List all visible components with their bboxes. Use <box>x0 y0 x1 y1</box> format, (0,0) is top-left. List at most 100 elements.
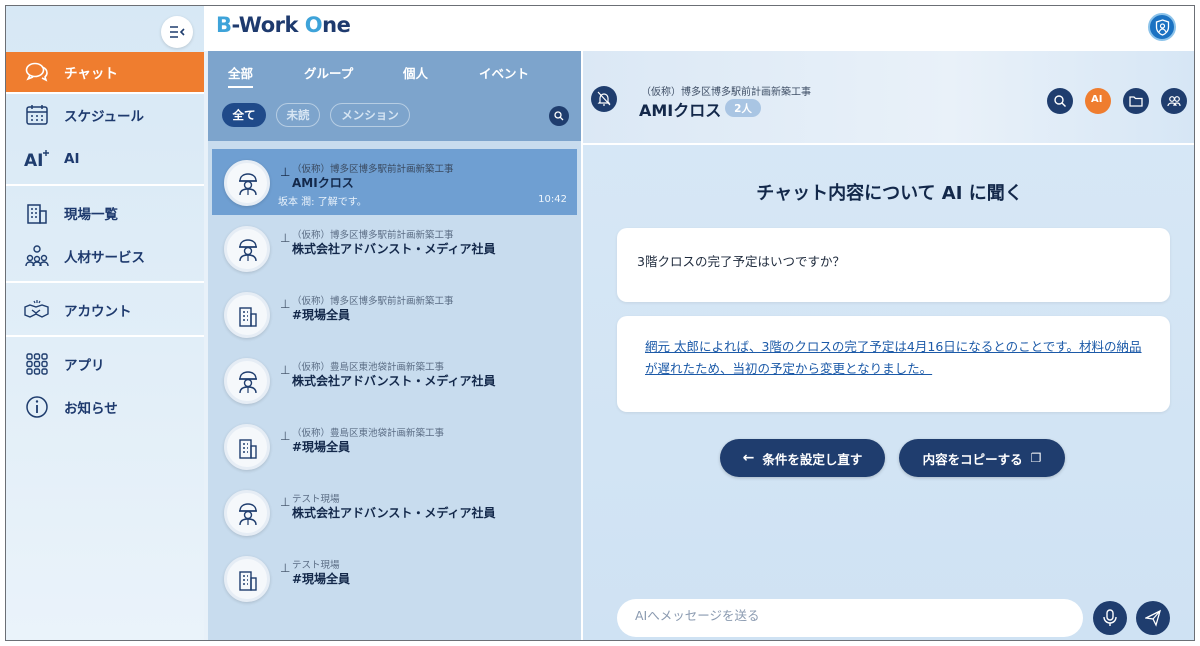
bell-off-icon <box>597 91 611 106</box>
project-name: （仮称）博多区博多駅前計画新築工事 <box>292 230 454 241</box>
sidebar-item-hr-service[interactable]: 人材サービス <box>6 236 204 276</box>
members-button[interactable] <box>1161 88 1187 114</box>
search-button[interactable] <box>1047 88 1073 114</box>
divider <box>6 184 204 186</box>
member-count-badge: 2人 <box>725 99 761 117</box>
sidebar-item-label: アプリ <box>64 358 105 374</box>
chat-tabs: 全部 グループ 個人 イベント <box>208 51 581 91</box>
sidebar-item-label: AI <box>64 151 80 167</box>
folder-icon <box>1129 96 1143 107</box>
mute-button[interactable] <box>591 86 617 112</box>
pin-icon: ⊥ <box>280 495 291 509</box>
filter-mention-chip[interactable]: メンション <box>330 103 410 127</box>
sidebar-item-account[interactable]: アカウント <box>6 290 204 330</box>
send-icon <box>1145 609 1161 627</box>
building-avatar <box>224 292 270 338</box>
ai-panel-heading: チャット内容について AI に聞く <box>756 183 1023 204</box>
last-message-preview: 坂本 潤: 了解です。 <box>278 197 367 208</box>
sidebar-item-chat[interactable]: チャット <box>6 52 204 92</box>
building-avatar <box>224 424 270 470</box>
sidebar-item-label: チャット <box>64 66 118 82</box>
worker-avatar <box>224 160 270 206</box>
tab-event[interactable]: イベント <box>479 63 529 82</box>
user-shield-icon <box>1155 19 1170 36</box>
chat-bubbles-icon <box>24 59 50 85</box>
send-button[interactable] <box>1136 601 1170 635</box>
filter-unread-chip[interactable]: 未読 <box>276 103 320 127</box>
search-icon <box>554 111 564 121</box>
copy-content-button[interactable]: 内容をコピーする ❐ <box>899 439 1065 477</box>
app-window: チャット スケジュール AI AI 現場一覧 人材サービス アカウント アプリ … <box>5 5 1195 641</box>
sidebar-item-ai[interactable]: AI AI <box>6 139 204 179</box>
answer-link[interactable]: 網元 太郎によれば、3階のクロスの完了予定は4月16日になるとのことです。材料の… <box>645 336 1150 380</box>
info-icon <box>24 394 50 420</box>
sidebar-item-label: お知らせ <box>64 401 118 417</box>
chat-room-row[interactable]: ⊥ テスト現場 株式会社アドバンスト・メディア社員 <box>212 479 577 545</box>
room-title: AMIクロス <box>292 176 354 190</box>
pin-icon: ⊥ <box>280 231 291 245</box>
svg-text:AI: AI <box>24 151 43 170</box>
sidebar-item-label: 人材サービス <box>64 250 145 266</box>
sidebar-item-notices[interactable]: お知らせ <box>6 387 204 427</box>
worker-avatar <box>224 358 270 404</box>
app-logo: B-Work One <box>216 13 351 37</box>
calendar-icon <box>24 102 50 128</box>
chat-room-row[interactable]: ⊥ （仮称）博多区博多駅前計画新築工事 #現場全員 <box>212 281 577 347</box>
microphone-icon <box>1103 609 1117 626</box>
sidebar-item-label: 現場一覧 <box>64 207 118 223</box>
files-button[interactable] <box>1123 88 1149 114</box>
list-search-button[interactable] <box>549 106 569 126</box>
worker-avatar <box>224 490 270 536</box>
pin-icon: ⊥ <box>280 429 291 443</box>
room-title: #現場全員 <box>292 440 351 454</box>
people-group-icon <box>24 243 50 269</box>
pin-icon: ⊥ <box>280 165 291 179</box>
room-title: #現場全員 <box>292 572 351 586</box>
tab-personal[interactable]: 個人 <box>403 63 428 82</box>
ai-sparkle-icon: AI <box>24 146 50 172</box>
project-name: （仮称）博多区博多駅前計画新築工事 <box>641 87 811 98</box>
room-title: 株式会社アドバンスト・メディア社員 <box>292 242 496 256</box>
divider <box>6 335 204 337</box>
message-input-bar <box>617 599 1083 637</box>
chat-room-row[interactable]: ⊥ （仮称）豊島区東池袋計画新築工事 株式会社アドバンスト・メディア社員 <box>212 347 577 413</box>
ai-button[interactable]: AI <box>1085 88 1111 114</box>
chat-room-row[interactable]: ⊥ テスト現場 #現場全員 <box>212 545 577 611</box>
app-grid-icon <box>24 351 50 377</box>
chat-main-panel: （仮称）博多区博多駅前計画新築工事 AMIクロス 2人 AI チャット内容につい… <box>581 51 1194 640</box>
sidebar-item-label: アカウント <box>64 304 132 320</box>
user-account-button[interactable] <box>1148 13 1176 41</box>
pin-icon: ⊥ <box>280 297 291 311</box>
chat-list-panel: 全部 グループ 個人 イベント 全て 未読 メンション ⊥ （仮称）博多区博多駅… <box>208 51 581 640</box>
tab-group[interactable]: グループ <box>304 63 353 82</box>
last-message-time: 10:42 <box>538 194 567 205</box>
voice-input-button[interactable] <box>1093 601 1127 635</box>
sidebar-item-schedule[interactable]: スケジュール <box>6 95 204 135</box>
collapse-sidebar-button[interactable] <box>161 16 193 48</box>
members-icon <box>1167 96 1181 107</box>
sidebar-item-sites[interactable]: 現場一覧 <box>6 193 204 233</box>
chat-room-row[interactable]: ⊥ （仮称）豊島区東池袋計画新築工事 #現場全員 <box>212 413 577 479</box>
reset-conditions-button[interactable]: ← 条件を設定し直す <box>720 439 885 477</box>
question-text: 3階クロスの完了予定はいつですか？ <box>637 254 845 269</box>
room-title: 株式会社アドバンスト・メディア社員 <box>292 506 496 520</box>
ai-answer-card: 網元 太郎によれば、3階のクロスの完了予定は4月16日になるとのことです。材料の… <box>617 316 1170 412</box>
pin-icon: ⊥ <box>280 561 291 575</box>
project-name: テスト現場 <box>292 494 340 505</box>
arrow-left-icon: ← <box>742 450 755 466</box>
project-name: （仮称）博多区博多駅前計画新築工事 <box>292 164 454 175</box>
building-avatar <box>224 556 270 602</box>
project-name: テスト現場 <box>292 560 340 571</box>
pin-icon: ⊥ <box>280 363 291 377</box>
sidebar-item-apps[interactable]: アプリ <box>6 344 204 384</box>
project-name: （仮称）豊島区東池袋計画新築工事 <box>292 428 445 439</box>
ai-question-card: 3階クロスの完了予定はいつですか？ <box>617 228 1170 302</box>
room-title: #現場全員 <box>292 308 351 322</box>
room-title: AMIクロス <box>639 101 722 120</box>
chat-room-row[interactable]: ⊥ （仮称）博多区博多駅前計画新築工事 株式会社アドバンスト・メディア社員 <box>212 215 577 281</box>
chat-room-row[interactable]: ⊥ （仮称）博多区博多駅前計画新築工事 AMIクロス 坂本 潤: 了解です。 1… <box>212 149 577 215</box>
filter-all-chip[interactable]: 全て <box>222 103 266 127</box>
divider <box>6 92 204 94</box>
ai-message-input[interactable] <box>635 608 1055 623</box>
tab-all[interactable]: 全部 <box>228 63 254 88</box>
